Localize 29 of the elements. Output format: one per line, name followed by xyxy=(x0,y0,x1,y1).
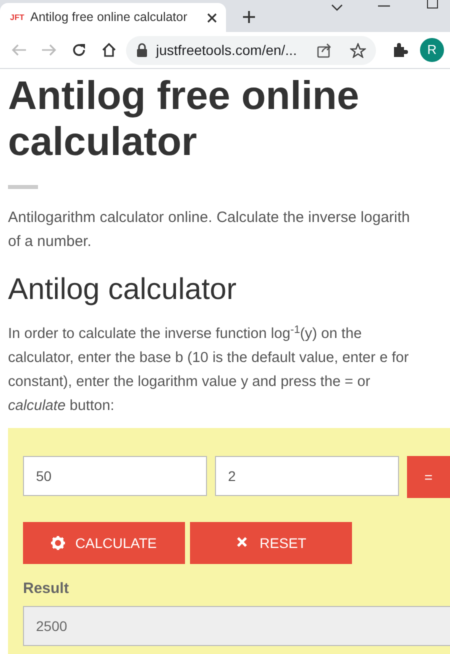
minimize-icon[interactable] xyxy=(378,5,390,7)
equals-button[interactable]: = xyxy=(407,456,450,498)
share-icon[interactable] xyxy=(317,42,332,58)
profile-avatar[interactable]: R xyxy=(420,38,444,62)
calculate-button[interactable]: CALCULATE xyxy=(23,522,185,564)
instructions-paragraph: In order to calculate the inverse function log$^{-1}$(y) on the calculator, enter the base b (10 is the default value, enter e for constant), enter the logarithm value y and press the = or calculate button: xyxy=(8,322,410,416)
page-title: Antilog free online calculator xyxy=(8,73,360,165)
reset-button[interactable]: RESET xyxy=(190,522,352,564)
chevron-down-icon[interactable] xyxy=(331,4,343,11)
reload-icon[interactable] xyxy=(71,42,87,58)
maximize-icon[interactable] xyxy=(427,0,438,9)
close-icon[interactable] xyxy=(206,12,218,24)
section-heading: Antilog calculator xyxy=(8,272,238,308)
intro-paragraph: Antilogarithm calculator online. Calculate the inverse logarith of a number. xyxy=(8,208,411,252)
tab-title: Antilog free online calculator xyxy=(30,9,188,26)
address-bar[interactable]: justfreetools.com/en/... xyxy=(126,36,376,64)
home-icon[interactable] xyxy=(101,42,117,58)
value-field[interactable]: 2 xyxy=(215,456,399,496)
result-field[interactable]: 2500 xyxy=(23,606,450,646)
star-icon[interactable] xyxy=(350,42,366,58)
base-field[interactable]: 50 xyxy=(23,456,207,496)
gear-icon xyxy=(51,536,66,550)
url-text: justfreetools.com/en/... xyxy=(156,40,298,60)
favicon: JFT xyxy=(10,12,24,24)
browser-tab[interactable]: JFT Antilog free online calculator xyxy=(0,3,226,32)
result-label: Result xyxy=(23,579,70,599)
lock-icon xyxy=(136,43,148,57)
puzzle-icon[interactable] xyxy=(392,42,408,58)
new-tab-icon[interactable] xyxy=(242,10,256,24)
